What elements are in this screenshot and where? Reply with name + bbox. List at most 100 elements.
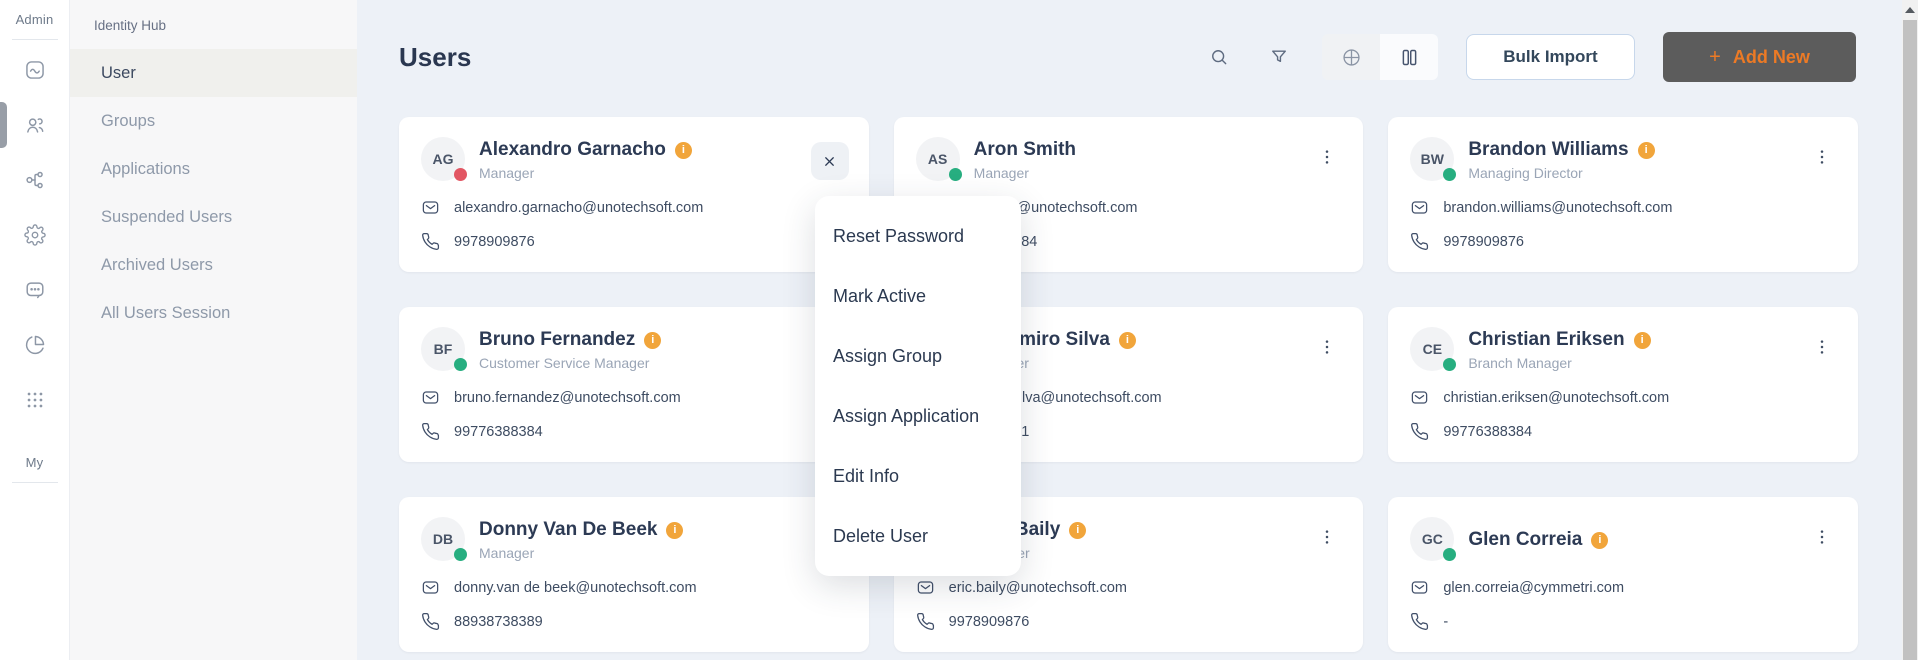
menu-item[interactable]: Mark Active	[815, 266, 1021, 326]
user-email: bruno.fernandez@unotechsoft.com	[454, 390, 681, 406]
sidebar-item[interactable]: Groups	[70, 97, 357, 145]
email-row: bruno.fernandez@unotechsoft.com	[421, 388, 849, 407]
kebab-menu-icon[interactable]	[1309, 519, 1345, 555]
status-dot	[1443, 358, 1456, 371]
grid-view-icon[interactable]	[1322, 34, 1380, 80]
card-header: GC Glen Correia i	[1410, 517, 1838, 563]
info-badge-icon: i	[1069, 522, 1086, 539]
phone-icon	[421, 232, 440, 251]
avatar: BW	[1410, 137, 1454, 181]
envelope-icon	[421, 578, 440, 597]
main-content: Users Bulk Import + Add New	[357, 0, 1918, 660]
sidebar-title: Identity Hub	[70, 10, 357, 49]
add-new-button[interactable]: + Add New	[1663, 32, 1856, 82]
user-identity: Donny Van De Beek i Manager	[479, 517, 683, 563]
card-header: BF Bruno Fernandez i Customer Service Ma…	[421, 327, 849, 373]
status-dot	[949, 168, 962, 181]
kebab-menu-icon[interactable]	[1804, 329, 1840, 365]
user-phone: 9978909876	[454, 234, 535, 250]
avatar-initials: AS	[928, 151, 947, 167]
user-identity: Aron Smith i Manager	[974, 137, 1076, 183]
kebab-menu-icon[interactable]	[1309, 329, 1345, 365]
rail-my-label: My	[26, 455, 44, 470]
user-phone: 99776388384	[1443, 424, 1532, 440]
user-context-menu: Reset Password Mark Active Assign Group …	[815, 196, 1021, 576]
phone-icon	[421, 612, 440, 631]
bulk-import-button[interactable]: Bulk Import	[1466, 34, 1635, 80]
menu-item[interactable]: Edit Info	[815, 446, 1021, 506]
info-badge-icon: i	[1634, 332, 1651, 349]
user-role: Manager	[479, 545, 683, 561]
user-role: Managing Director	[1468, 165, 1654, 181]
sidebar-item[interactable]: All Users Session	[70, 289, 357, 337]
scrollbar	[1902, 0, 1918, 660]
user-email: eric.baily@unotechsoft.com	[949, 580, 1127, 596]
sidebar-item[interactable]: Suspended Users	[70, 193, 357, 241]
user-identity: Glen Correia i	[1468, 517, 1608, 563]
status-dot	[454, 548, 467, 561]
scroll-up-arrow-icon[interactable]	[1902, 0, 1918, 20]
phone-row: 9978909876	[421, 232, 849, 251]
sidebar-item[interactable]: Applications	[70, 145, 357, 193]
kebab-menu-icon[interactable]	[1804, 139, 1840, 175]
card-header: CE Christian Eriksen i Branch Manager	[1410, 327, 1838, 373]
sidebar-item[interactable]: Archived Users	[70, 241, 357, 289]
user-identity: Alexandro Garnacho i Manager	[479, 137, 692, 183]
dashboard-icon[interactable]	[23, 58, 47, 82]
menu-item[interactable]: Assign Application	[815, 386, 1021, 446]
rail-admin-label: Admin	[16, 12, 54, 27]
avatar-initials: DB	[433, 531, 453, 547]
user-phone: -	[1443, 614, 1448, 630]
menu-item[interactable]: Reset Password	[815, 206, 1021, 266]
user-phone: 9978909876	[1443, 234, 1524, 250]
user-email: christian.eriksen@unotechsoft.com	[1443, 390, 1669, 406]
user-card: BW Brandon Williams i Managing Director	[1388, 117, 1858, 272]
apps-icon[interactable]	[23, 388, 47, 412]
user-email: brandon.williams@unotechsoft.com	[1443, 200, 1672, 216]
chat-icon[interactable]	[23, 278, 47, 302]
user-phone: 88938738389	[454, 614, 543, 630]
pie-chart-icon[interactable]	[23, 333, 47, 357]
kebab-menu-icon[interactable]	[1309, 139, 1345, 175]
sidebar-item[interactable]: User	[70, 49, 357, 97]
sidebar-item-label: Groups	[101, 112, 155, 131]
phone-icon	[916, 612, 935, 631]
org-chart-icon[interactable]	[23, 168, 47, 192]
info-badge-icon: i	[1591, 532, 1608, 549]
email-row: brandon.williams@unotechsoft.com	[1410, 198, 1838, 217]
status-dot	[1443, 168, 1456, 181]
users-icon[interactable]	[23, 113, 47, 137]
settings-icon[interactable]	[23, 223, 47, 247]
column-view-icon[interactable]	[1380, 34, 1438, 80]
avatar: CE	[1410, 327, 1454, 371]
phone-row: 88938738389	[421, 612, 849, 631]
user-card: AG Alexandro Garnacho i Manager	[399, 117, 869, 272]
divider	[12, 482, 58, 483]
search-icon[interactable]	[1202, 40, 1236, 74]
user-name: Bruno Fernandez	[479, 329, 635, 351]
filter-icon[interactable]	[1262, 40, 1296, 74]
user-card: DB Donny Van De Beek i Manager	[399, 497, 869, 652]
phone-row: 9978909876	[1410, 232, 1838, 251]
menu-item[interactable]: Assign Group	[815, 326, 1021, 386]
user-role: Manager	[974, 165, 1076, 181]
envelope-icon	[1410, 578, 1429, 597]
email-row: glen.correia@cymmetri.com	[1410, 578, 1838, 597]
close-icon[interactable]	[811, 142, 849, 180]
user-identity: Bruno Fernandez i Customer Service Manag…	[479, 327, 661, 373]
card-header: AS Aron Smith i Manager	[916, 137, 1344, 183]
user-email: glen.correia@cymmetri.com	[1443, 580, 1624, 596]
card-header: BW Brandon Williams i Managing Director	[1410, 137, 1838, 183]
user-name: Alexandro Garnacho	[479, 139, 666, 161]
user-role: Branch Manager	[1468, 355, 1650, 371]
user-phone: 99776388384	[454, 424, 543, 440]
kebab-menu-icon[interactable]	[1804, 519, 1840, 555]
envelope-icon	[421, 388, 440, 407]
user-name: Christian Eriksen	[1468, 329, 1624, 351]
menu-item[interactable]: Delete User	[815, 506, 1021, 566]
user-phone: 9978909876	[949, 614, 1030, 630]
scrollbar-thumb[interactable]	[1903, 20, 1917, 660]
avatar-initials: BF	[434, 341, 453, 357]
envelope-icon	[421, 198, 440, 217]
sidebar-item-label: Suspended Users	[101, 208, 232, 227]
